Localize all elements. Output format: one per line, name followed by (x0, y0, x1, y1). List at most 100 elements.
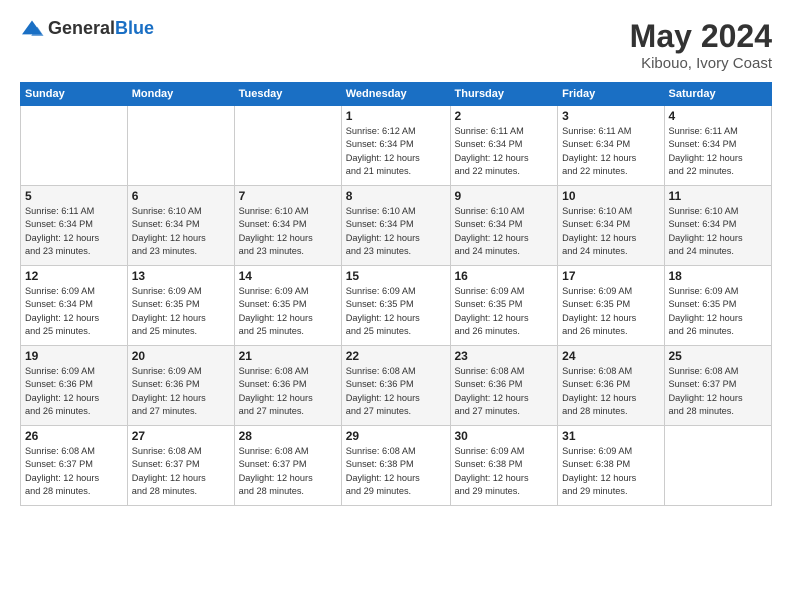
day-number: 28 (239, 429, 337, 443)
day-info: Sunrise: 6:08 AM Sunset: 6:37 PM Dayligh… (25, 445, 123, 498)
day-number: 15 (346, 269, 446, 283)
day-info: Sunrise: 6:08 AM Sunset: 6:37 PM Dayligh… (669, 365, 768, 418)
day-info: Sunrise: 6:11 AM Sunset: 6:34 PM Dayligh… (25, 205, 123, 258)
day-number: 22 (346, 349, 446, 363)
day-info: Sunrise: 6:09 AM Sunset: 6:38 PM Dayligh… (562, 445, 659, 498)
day-cell: 5 Sunrise: 6:11 AM Sunset: 6:34 PM Daylig… (21, 186, 128, 266)
day-cell: 11Sunrise: 6:10 AM Sunset: 6:34 PM Dayli… (664, 186, 772, 266)
day-cell: 16 Sunrise: 6:09 AM Sunset: 6:35 PM Dayli… (450, 266, 558, 346)
day-number: 3 (562, 109, 659, 123)
day-number: 30 (455, 429, 554, 443)
day-number: 2 (455, 109, 554, 123)
day-number: 17 (562, 269, 659, 283)
logo: GeneralBlue (20, 18, 154, 39)
day-info: Sunrise: 6:09 AM Sunset: 6:38 PM Dayligh… (455, 445, 554, 498)
day-info: Sunrise: 6:11 AM Sunset: 6:34 PM Dayligh… (562, 125, 659, 178)
day-number: 1 (346, 109, 446, 123)
day-info: Sunrise: 6:08 AM Sunset: 6:37 PM Dayligh… (239, 445, 337, 498)
day-cell: 21 Sunrise: 6:08 AM Sunset: 6:36 PM Dayli… (234, 346, 341, 426)
day-cell: 22 Sunrise: 6:08 AM Sunset: 6:36 PM Dayli… (341, 346, 450, 426)
day-info: Sunrise: 6:08 AM Sunset: 6:36 PM Dayligh… (455, 365, 554, 418)
day-cell: 31 Sunrise: 6:09 AM Sunset: 6:38 PM Dayli… (558, 426, 664, 506)
day-info: Sunrise: 6:10 AM Sunset: 6:34 PM Dayligh… (455, 205, 554, 258)
page: GeneralBlue May 2024 Kibouo, Ivory Coast… (0, 0, 792, 612)
day-number: 14 (239, 269, 337, 283)
day-info: Sunrise: 6:08 AM Sunset: 6:36 PM Dayligh… (239, 365, 337, 418)
week-row-4: 19Sunrise: 6:09 AM Sunset: 6:36 PM Dayli… (21, 346, 772, 426)
day-number: 18 (669, 269, 768, 283)
calendar-body: 1 Sunrise: 6:12 AM Sunset: 6:34 PM Daylig… (21, 106, 772, 506)
day-number: 10 (562, 189, 659, 203)
col-monday: Monday (127, 83, 234, 106)
day-number: 31 (562, 429, 659, 443)
day-info: Sunrise: 6:08 AM Sunset: 6:36 PM Dayligh… (562, 365, 659, 418)
day-info: Sunrise: 6:09 AM Sunset: 6:35 PM Dayligh… (562, 285, 659, 338)
day-cell: 9 Sunrise: 6:10 AM Sunset: 6:34 PM Daylig… (450, 186, 558, 266)
day-number: 13 (132, 269, 230, 283)
day-cell (21, 106, 128, 186)
day-cell: 3 Sunrise: 6:11 AM Sunset: 6:34 PM Daylig… (558, 106, 664, 186)
day-cell: 12 Sunrise: 6:09 AM Sunset: 6:34 PM Dayli… (21, 266, 128, 346)
col-thursday: Thursday (450, 83, 558, 106)
day-number: 26 (25, 429, 123, 443)
header: GeneralBlue May 2024 Kibouo, Ivory Coast (20, 18, 772, 72)
day-cell (127, 106, 234, 186)
title-block: May 2024 Kibouo, Ivory Coast (630, 18, 772, 72)
day-cell: 14 Sunrise: 6:09 AM Sunset: 6:35 PM Dayli… (234, 266, 341, 346)
day-info: Sunrise: 6:09 AM Sunset: 6:35 PM Dayligh… (239, 285, 337, 338)
day-cell: 25 Sunrise: 6:08 AM Sunset: 6:37 PM Dayli… (664, 346, 772, 426)
header-row: Sunday Monday Tuesday Wednesday Thursday… (21, 83, 772, 106)
day-cell: 26 Sunrise: 6:08 AM Sunset: 6:37 PM Dayli… (21, 426, 128, 506)
day-number: 9 (455, 189, 554, 203)
day-cell: 7Sunrise: 6:10 AM Sunset: 6:34 PM Daylig… (234, 186, 341, 266)
col-tuesday: Tuesday (234, 83, 341, 106)
day-number: 12 (25, 269, 123, 283)
main-title: May 2024 (630, 18, 772, 55)
day-cell (234, 106, 341, 186)
day-cell: 17 Sunrise: 6:09 AM Sunset: 6:35 PM Dayli… (558, 266, 664, 346)
day-cell: 27 Sunrise: 6:08 AM Sunset: 6:37 PM Dayli… (127, 426, 234, 506)
day-info: Sunrise: 6:08 AM Sunset: 6:37 PM Dayligh… (132, 445, 230, 498)
col-friday: Friday (558, 83, 664, 106)
col-wednesday: Wednesday (341, 83, 450, 106)
day-cell: 28 Sunrise: 6:08 AM Sunset: 6:37 PM Dayli… (234, 426, 341, 506)
day-info: Sunrise: 6:10 AM Sunset: 6:34 PM Dayligh… (239, 205, 337, 258)
week-row-3: 12 Sunrise: 6:09 AM Sunset: 6:34 PM Dayli… (21, 266, 772, 346)
day-cell: 23 Sunrise: 6:08 AM Sunset: 6:36 PM Dayli… (450, 346, 558, 426)
day-number: 27 (132, 429, 230, 443)
subtitle: Kibouo, Ivory Coast (630, 55, 772, 72)
week-row-1: 1 Sunrise: 6:12 AM Sunset: 6:34 PM Daylig… (21, 106, 772, 186)
day-cell (664, 426, 772, 506)
day-info: Sunrise: 6:09 AM Sunset: 6:34 PM Dayligh… (25, 285, 123, 338)
day-info: Sunrise: 6:08 AM Sunset: 6:38 PM Dayligh… (346, 445, 446, 498)
day-cell: 18 Sunrise: 6:09 AM Sunset: 6:35 PM Dayli… (664, 266, 772, 346)
day-number: 25 (669, 349, 768, 363)
day-info: Sunrise: 6:09 AM Sunset: 6:35 PM Dayligh… (455, 285, 554, 338)
day-number: 21 (239, 349, 337, 363)
day-cell: 6Sunrise: 6:10 AM Sunset: 6:34 PM Daylig… (127, 186, 234, 266)
day-cell: 30 Sunrise: 6:09 AM Sunset: 6:38 PM Dayli… (450, 426, 558, 506)
day-number: 4 (669, 109, 768, 123)
day-info: Sunrise: 6:12 AM Sunset: 6:34 PM Dayligh… (346, 125, 446, 178)
day-number: 16 (455, 269, 554, 283)
day-info: Sunrise: 6:10 AM Sunset: 6:34 PM Dayligh… (346, 205, 446, 258)
day-number: 11 (669, 189, 768, 203)
day-number: 23 (455, 349, 554, 363)
day-info: Sunrise: 6:08 AM Sunset: 6:36 PM Dayligh… (346, 365, 446, 418)
day-info: Sunrise: 6:09 AM Sunset: 6:35 PM Dayligh… (132, 285, 230, 338)
week-row-5: 26 Sunrise: 6:08 AM Sunset: 6:37 PM Dayli… (21, 426, 772, 506)
day-info: Sunrise: 6:09 AM Sunset: 6:36 PM Dayligh… (132, 365, 230, 418)
day-number: 20 (132, 349, 230, 363)
day-cell: 13 Sunrise: 6:09 AM Sunset: 6:35 PM Dayli… (127, 266, 234, 346)
day-info: Sunrise: 6:10 AM Sunset: 6:34 PM Dayligh… (132, 205, 230, 258)
day-cell: 15Sunrise: 6:09 AM Sunset: 6:35 PM Dayli… (341, 266, 450, 346)
calendar-table: Sunday Monday Tuesday Wednesday Thursday… (20, 82, 772, 506)
logo-text: GeneralBlue (48, 18, 154, 39)
day-number: 8 (346, 189, 446, 203)
day-info: Sunrise: 6:10 AM Sunset: 6:34 PM Dayligh… (562, 205, 659, 258)
logo-blue: Blue (115, 18, 154, 38)
day-info: Sunrise: 6:09 AM Sunset: 6:35 PM Dayligh… (669, 285, 768, 338)
week-row-2: 5 Sunrise: 6:11 AM Sunset: 6:34 PM Daylig… (21, 186, 772, 266)
day-number: 5 (25, 189, 123, 203)
day-cell: 19Sunrise: 6:09 AM Sunset: 6:36 PM Dayli… (21, 346, 128, 426)
